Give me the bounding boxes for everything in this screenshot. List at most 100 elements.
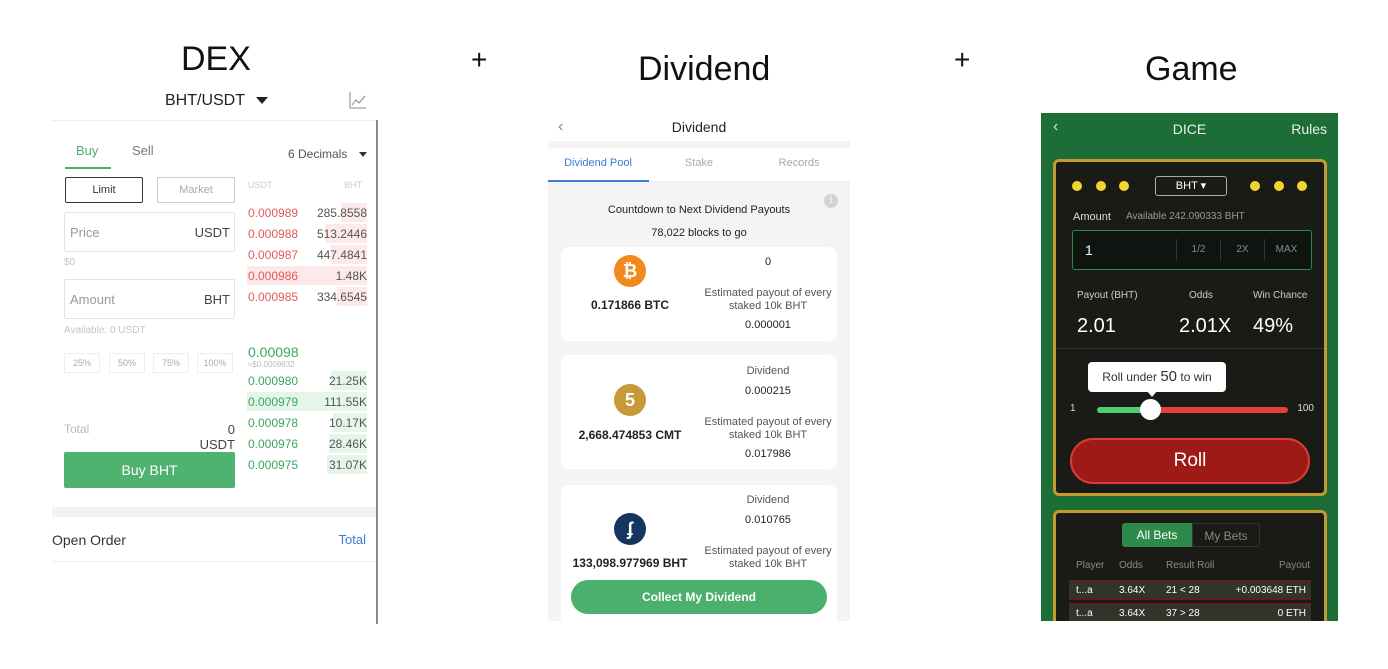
slider-lose-range[interactable]: [1151, 407, 1288, 413]
page-title: Dividend: [671, 119, 727, 135]
bid-row[interactable]: 0.000979 111.55K: [247, 391, 367, 412]
payout-label: Estimated payout of every staked 10k BHT: [704, 416, 832, 441]
max-button[interactable]: MAX: [1264, 239, 1308, 261]
trade-panel: Buy Sell 6 Decimals Limit Market Price U…: [52, 120, 378, 624]
bid-price: 0.000975: [248, 458, 299, 472]
bet-row: t...a 3.64X 21 < 28 +0.003648 ETH: [1069, 580, 1311, 600]
bitcoin-icon: ₿: [614, 255, 646, 287]
bid-row[interactable]: 0.000978 10.17K: [247, 412, 367, 433]
ask-qty: 513.2446: [316, 227, 367, 241]
col-payout: Payout: [1279, 560, 1311, 571]
decimals-selector[interactable]: 6 Decimals: [288, 147, 347, 161]
dividend-section-title: Dividend: [638, 50, 771, 88]
ask-row[interactable]: 0.000987 447.4841: [247, 244, 367, 265]
dividend-label: Dividend: [746, 494, 790, 506]
bet-amount-input[interactable]: 1 1/2 2X MAX: [1072, 230, 1312, 270]
bid-qty: 21.25K: [328, 374, 367, 388]
caret-down-icon[interactable]: [359, 152, 367, 157]
nav-bar: ‹ Dividend: [548, 113, 850, 141]
tab-sell[interactable]: Sell: [132, 143, 154, 158]
scrollbar[interactable]: [376, 120, 378, 624]
tab-stake[interactable]: Stake: [649, 157, 749, 169]
amount-field[interactable]: Amount BHT: [64, 279, 235, 319]
tab-underline: [548, 180, 649, 182]
percent-50-button[interactable]: 50%: [109, 353, 145, 373]
tab-my-bets[interactable]: My Bets: [1192, 523, 1260, 547]
dex-screen: BHT/USDT Buy Sell 6 Decimals Limit Marke…: [52, 84, 378, 624]
coin-amount: 133,098.977969 BHT: [572, 556, 688, 570]
bid-price: 0.000976: [248, 437, 299, 451]
bets-panel: All Bets My Bets Player Odds Result Roll…: [1053, 510, 1327, 621]
total-value: 0 USDT: [199, 422, 235, 452]
decor-light: [1119, 181, 1129, 191]
bet-roll: 21 < 28: [1166, 585, 1200, 596]
bid-row[interactable]: 0.000976 28.46K: [247, 433, 367, 454]
price-field[interactable]: Price USDT: [64, 212, 235, 252]
bid-qty: 28.46K: [328, 437, 367, 451]
countdown-box: Countdown to Next Dividend Payouts 78,02…: [561, 189, 837, 249]
percent-75-button[interactable]: 75%: [153, 353, 189, 373]
bet-payout: +0.003648 ETH: [1235, 585, 1306, 596]
payout-value: 0.017986: [745, 448, 791, 460]
ask-row[interactable]: 0.000985 334.6545: [247, 286, 367, 307]
price-usd-value: $0: [64, 257, 76, 268]
collect-dividend-button[interactable]: Collect My Dividend: [571, 580, 827, 614]
percent-100-button[interactable]: 100%: [197, 353, 233, 373]
tab-buy[interactable]: Buy: [76, 143, 98, 158]
percent-25-button[interactable]: 25%: [64, 353, 100, 373]
roll-button[interactable]: Roll: [1070, 438, 1310, 484]
dividend-card-btc: ₿ 0.171866 BTC 0 Estimated payout of eve…: [561, 247, 837, 341]
ask-qty: 334.6545: [316, 290, 367, 304]
bet-player: t...a: [1076, 608, 1093, 619]
info-icon[interactable]: i: [824, 194, 838, 208]
decor-light: [1274, 181, 1284, 191]
countdown-title: Countdown to Next Dividend Payouts: [607, 204, 791, 216]
caret-down-icon[interactable]: [256, 97, 268, 104]
bet-odds: 3.64X: [1119, 608, 1146, 619]
ask-price: 0.000988: [248, 227, 299, 241]
decor-light: [1297, 181, 1307, 191]
tab-bar: Dividend Pool Stake Records: [548, 148, 850, 182]
amount-placeholder: Amount: [70, 292, 115, 307]
tooltip-suffix: to win: [1180, 370, 1212, 384]
divider: [1056, 348, 1324, 349]
roll-under-tooltip: Roll under 50 to win: [1088, 362, 1226, 392]
bid-price: 0.000979: [248, 395, 299, 409]
tab-records[interactable]: Records: [749, 157, 849, 169]
last-price-usd: ≈$0.0009832: [248, 360, 295, 369]
token-selector[interactable]: BHT ▾: [1155, 176, 1227, 196]
limit-button[interactable]: Limit: [65, 177, 143, 203]
rules-link[interactable]: Rules: [1291, 121, 1327, 137]
col-odds: Odds: [1119, 560, 1143, 571]
market-button[interactable]: Market: [157, 177, 235, 203]
buy-bht-button[interactable]: Buy BHT: [64, 452, 235, 488]
payout-label: Estimated payout of every staked 10k BHT: [704, 287, 832, 312]
chart-icon[interactable]: [349, 91, 367, 109]
col-result-roll: Result Roll: [1166, 560, 1215, 571]
tooltip-prefix: Roll under: [1102, 370, 1157, 384]
ask-price: 0.000985: [248, 290, 299, 304]
bet-panel: BHT ▾ Amount Available 242.090333 BHT 1 …: [1053, 159, 1327, 496]
bet-payout: 0 ETH: [1277, 608, 1306, 619]
tab-all-bets[interactable]: All Bets: [1122, 523, 1192, 547]
dividend-screen: ‹ Dividend Dividend Pool Stake Records C…: [548, 113, 850, 621]
half-button[interactable]: 1/2: [1176, 239, 1220, 261]
pair-selector[interactable]: BHT/USDT: [165, 92, 245, 110]
orderbook-price-header: USDT: [248, 180, 273, 190]
ask-row[interactable]: 0.000989 285.8558: [247, 202, 367, 223]
bid-row[interactable]: 0.000980 21.25K: [247, 370, 367, 391]
bet-odds: 3.64X: [1119, 585, 1146, 596]
coin-amount: 0.171866 BTC: [590, 298, 670, 312]
bid-row[interactable]: 0.000975 31.07K: [247, 454, 367, 475]
countdown-blocks: 78,022 blocks to go: [651, 227, 747, 239]
double-button[interactable]: 2X: [1220, 239, 1264, 261]
ask-qty: 447.4841: [316, 248, 367, 262]
ask-row[interactable]: 0.000988 513.2446: [247, 223, 367, 244]
tab-dividend-pool[interactable]: Dividend Pool: [548, 157, 648, 169]
ask-row[interactable]: 0.000986 1.48K: [247, 265, 367, 286]
plus-sign-2: +: [954, 44, 971, 75]
slider-handle[interactable]: [1140, 399, 1161, 420]
last-price: 0.00098: [248, 344, 299, 360]
open-order-total-link[interactable]: Total: [339, 532, 366, 547]
ask-qty: 1.48K: [335, 269, 367, 283]
